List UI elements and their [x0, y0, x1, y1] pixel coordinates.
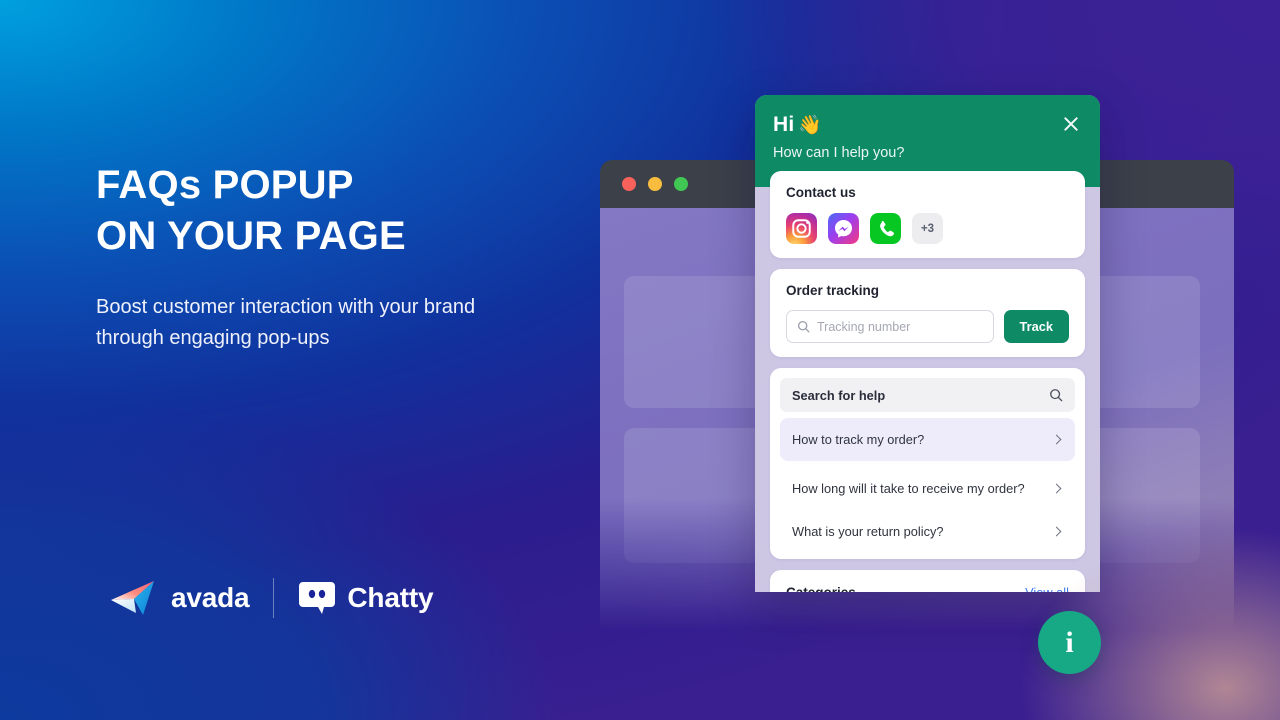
- search-icon: [1050, 389, 1063, 402]
- popup-subtitle: How can I help you?: [773, 145, 905, 161]
- window-maximize-dot[interactable]: [674, 177, 688, 191]
- faq-chat-popup: Hi 👋 How can I help you? Contact us +3 O…: [755, 95, 1100, 592]
- contact-us-title: Contact us: [786, 185, 856, 200]
- close-icon[interactable]: [1060, 113, 1082, 135]
- search-icon: [797, 320, 810, 333]
- track-button[interactable]: Track: [1003, 310, 1069, 343]
- chevron-right-icon: [1051, 434, 1062, 445]
- page-title-line-2: ON YOUR PAGE: [96, 214, 406, 259]
- search-for-help-bar[interactable]: Search for help: [780, 378, 1075, 412]
- view-all-link[interactable]: View all: [1025, 585, 1069, 592]
- page-title-line-1: FAQs POPUP: [96, 163, 354, 207]
- window-close-dot[interactable]: [622, 177, 636, 191]
- chatty-logo: Chatty: [298, 579, 434, 617]
- order-tracking-title: Order tracking: [786, 283, 880, 298]
- hero-copy: FAQs POPUP ON YOUR PAGE Boost customer i…: [96, 160, 616, 354]
- waving-hand-icon: 👋: [798, 115, 823, 136]
- faq-item-label: How long will it take to receive my orde…: [792, 481, 1025, 496]
- avada-plane-icon: [111, 581, 154, 615]
- info-icon: i: [1065, 625, 1074, 659]
- faq-item[interactable]: How to track my order?: [780, 418, 1075, 461]
- popup-scroll-area[interactable]: Contact us +3 Order tracking Tracking nu…: [755, 171, 1100, 592]
- avada-logo: avada: [110, 579, 250, 617]
- more-channels-chip[interactable]: +3: [912, 213, 943, 244]
- popup-greeting-text: Hi: [773, 113, 795, 136]
- chatty-wordmark: Chatty: [347, 582, 434, 613]
- order-tracking-card: Order tracking Track: [770, 269, 1085, 357]
- messenger-icon[interactable]: [828, 213, 859, 244]
- hero-subheadline: Boost customer interaction with your bra…: [96, 296, 476, 350]
- help-card: Search for help How to track my order? H…: [770, 368, 1085, 559]
- brand-logos: avada Chatty: [110, 578, 434, 618]
- tracking-input-wrapper[interactable]: [786, 310, 994, 343]
- chevron-right-icon: [1051, 526, 1062, 537]
- phone-icon[interactable]: [870, 213, 901, 244]
- popup-greeting: Hi 👋: [773, 113, 822, 137]
- categories-title: Categories: [786, 585, 856, 592]
- instagram-icon[interactable]: [786, 213, 817, 244]
- avada-wordmark: avada: [171, 582, 250, 613]
- faq-item[interactable]: What is your return policy?: [780, 510, 1075, 553]
- window-minimize-dot[interactable]: [648, 177, 662, 191]
- contact-us-card: Contact us +3: [770, 171, 1085, 258]
- categories-card: Categories View all: [770, 570, 1085, 592]
- logo-divider: [273, 578, 275, 618]
- tracking-number-input[interactable]: [817, 319, 983, 334]
- chat-bubble-icon: [299, 582, 336, 614]
- search-for-help-label: Search for help: [792, 387, 886, 403]
- chevron-right-icon: [1051, 483, 1062, 494]
- contact-channel-list: +3: [786, 213, 1069, 244]
- faq-item-label: How to track my order?: [792, 432, 925, 447]
- faq-item-label: What is your return policy?: [792, 524, 944, 539]
- faq-item[interactable]: How long will it take to receive my orde…: [780, 467, 1075, 510]
- info-floating-button[interactable]: i: [1038, 611, 1101, 674]
